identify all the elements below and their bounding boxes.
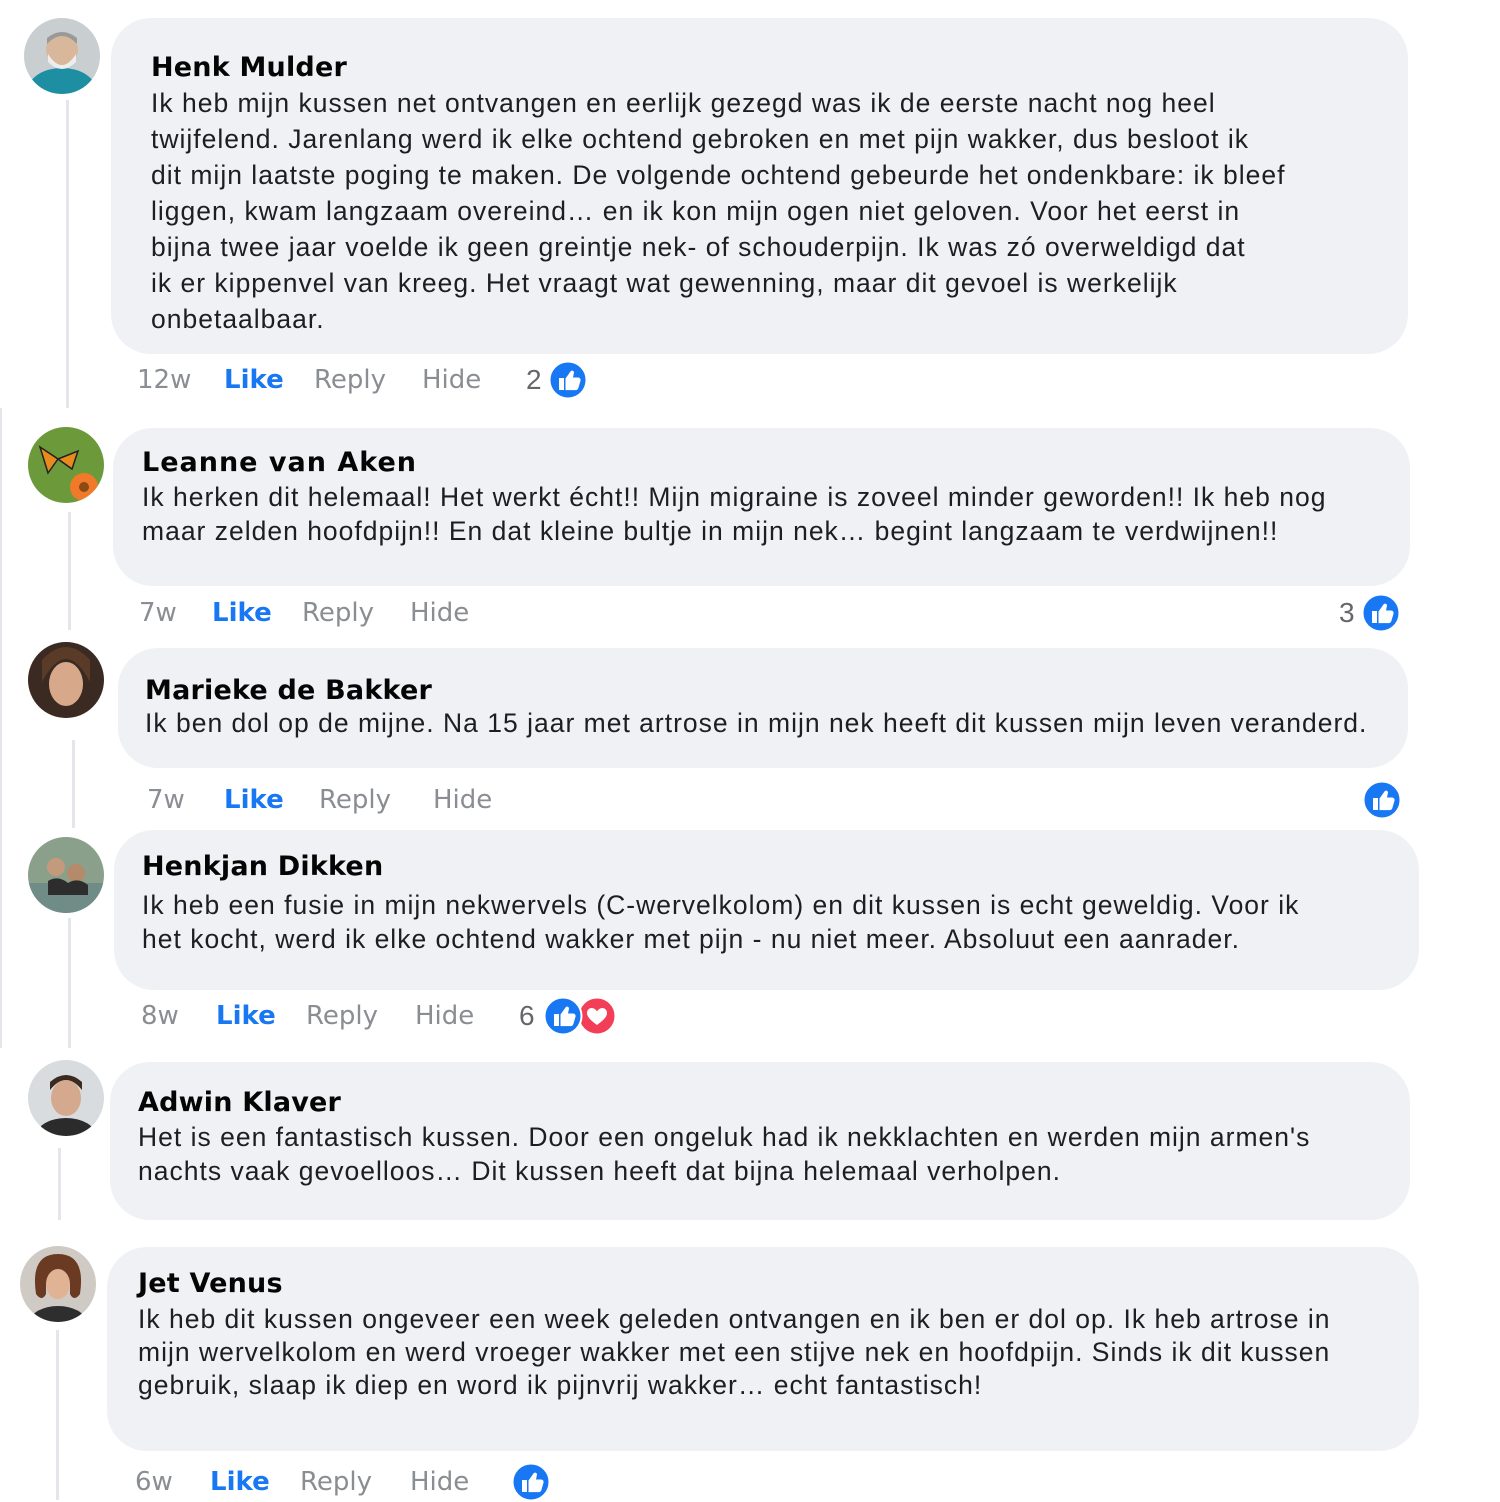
comment-text-line: maar zelden hoofdpijn!! En dat kleine bu… xyxy=(142,516,1279,546)
comment-bubble: Marieke de Bakker Ik ben dol op de mijne… xyxy=(118,648,1408,768)
timestamp[interactable]: 8w xyxy=(141,996,179,1036)
comment-text-line: Ik herken dit helemaal! Het werkt écht!!… xyxy=(142,482,1327,512)
avatar[interactable] xyxy=(20,1246,96,1322)
like-icon xyxy=(1361,593,1401,633)
comment-bubble: Leanne van Aken Ik herken dit helemaal! … xyxy=(113,428,1410,586)
reaction-count: 2 xyxy=(526,364,542,395)
comment-bubble: Henk Mulder Ik heb mijn kussen net ontva… xyxy=(111,18,1408,354)
hide-button[interactable]: Hide xyxy=(410,593,469,633)
reply-button[interactable]: Reply xyxy=(300,1462,372,1502)
comment-actions: 8w Like Reply Hide 6 xyxy=(0,996,1500,1036)
reply-button[interactable]: Reply xyxy=(302,593,374,633)
like-button[interactable]: Like xyxy=(210,1462,270,1502)
reply-button[interactable]: Reply xyxy=(319,780,391,820)
author-name[interactable]: Adwin Klaver xyxy=(138,1086,1410,1120)
like-icon xyxy=(1362,780,1402,820)
like-icon xyxy=(511,1462,551,1502)
comment-actions: 7w Like Reply Hide 3 xyxy=(0,593,1500,633)
author-name[interactable]: Jet Venus xyxy=(138,1267,1419,1301)
comment-text-line: Ik ben dol op de mijne. Na 15 jaar met a… xyxy=(145,708,1368,738)
reply-button[interactable]: Reply xyxy=(314,360,386,400)
comment-text-line: twijfelend. Jarenlang werd ik elke ochte… xyxy=(151,124,1249,154)
avatar[interactable] xyxy=(28,837,104,913)
comment-text-line: Het is een fantastisch kussen. Door een … xyxy=(138,1122,1311,1152)
comment-actions: 12w Like Reply Hide 2 xyxy=(0,360,1500,400)
reaction-count: 6 xyxy=(519,1000,535,1031)
page-edge-divider xyxy=(0,408,2,1048)
avatar[interactable] xyxy=(28,1060,104,1136)
comment-text-line: gebruik, slaap ik diep en word ik pijnvr… xyxy=(138,1370,983,1400)
hide-button[interactable]: Hide xyxy=(433,780,492,820)
avatar[interactable] xyxy=(28,642,104,718)
like-button[interactable]: Like xyxy=(212,593,272,633)
author-name[interactable]: Henk Mulder xyxy=(151,51,1408,85)
comment-actions: 7w Like Reply Hide xyxy=(0,780,1500,820)
author-name[interactable]: Leanne van Aken xyxy=(142,446,1410,480)
thread-line xyxy=(58,1148,61,1220)
timestamp[interactable]: 7w xyxy=(147,780,185,820)
reply-button[interactable]: Reply xyxy=(306,996,378,1036)
comment-text-line: Ik heb een fusie in mijn nekwervels (C-w… xyxy=(142,890,1300,920)
timestamp[interactable]: 6w xyxy=(135,1462,173,1502)
like-button[interactable]: Like xyxy=(224,780,284,820)
timestamp[interactable]: 12w xyxy=(137,360,191,400)
comment-text-line: nachts vaak gevoelloos… Dit kussen heeft… xyxy=(138,1156,1061,1186)
comment-text-line: bijna twee jaar voelde ik geen greintje … xyxy=(151,232,1246,262)
comment-text-line: liggen, kwam langzaam overeind… en ik ko… xyxy=(151,196,1241,226)
timestamp[interactable]: 7w xyxy=(139,593,177,633)
comment-text-line: dit mijn laatste poging te maken. De vol… xyxy=(151,160,1286,190)
comment-text-line: Ik heb mijn kussen net ontvangen en eerl… xyxy=(151,88,1216,118)
hide-button[interactable]: Hide xyxy=(422,360,481,400)
comment-text-line: het kocht, werd ik elke ochtend wakker m… xyxy=(142,924,1240,954)
comment-bubble: Adwin Klaver Het is een fantastisch kuss… xyxy=(110,1062,1410,1220)
comment-text-line: mijn wervelkolom en werd vroeger wakker … xyxy=(138,1337,1331,1367)
like-icon xyxy=(543,996,583,1036)
love-icon xyxy=(577,996,617,1036)
comment-text-line: onbetaalbaar. xyxy=(151,304,325,334)
comment-actions: 6w Like Reply Hide xyxy=(0,1462,1500,1502)
comment-text-line: Ik heb dit kussen ongeveer een week gele… xyxy=(138,1304,1331,1334)
like-button[interactable]: Like xyxy=(216,996,276,1036)
like-button[interactable]: Like xyxy=(224,360,284,400)
like-icon xyxy=(548,360,588,400)
avatar[interactable] xyxy=(24,18,100,94)
comment-text-line: ik er kippenvel van kreeg. Het vraagt wa… xyxy=(151,268,1178,298)
author-name[interactable]: Henkjan Dikken xyxy=(142,850,1419,884)
comment-bubble: Henkjan Dikken Ik heb een fusie in mijn … xyxy=(114,830,1419,990)
author-name[interactable]: Marieke de Bakker xyxy=(145,674,1408,708)
comment-bubble: Jet Venus Ik heb dit kussen ongeveer een… xyxy=(107,1247,1419,1451)
avatar[interactable] xyxy=(28,427,104,503)
hide-button[interactable]: Hide xyxy=(415,996,474,1036)
hide-button[interactable]: Hide xyxy=(410,1462,469,1502)
reaction-count: 3 xyxy=(1339,597,1355,628)
